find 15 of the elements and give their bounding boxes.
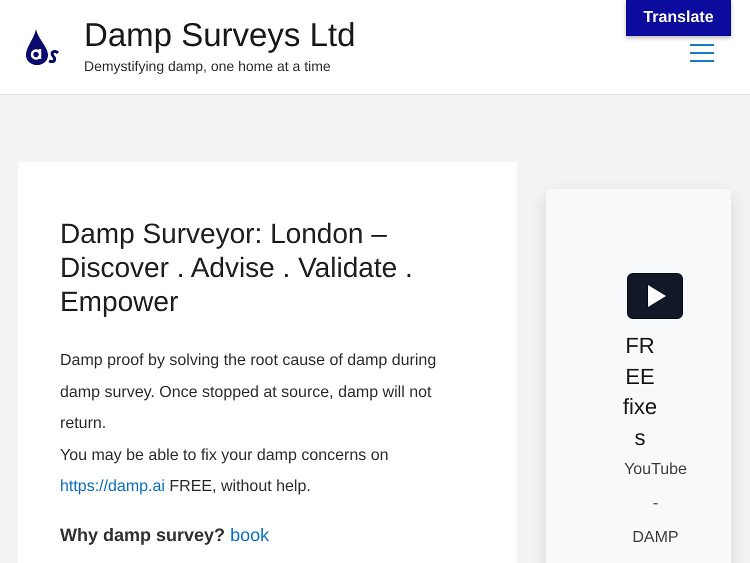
book-link[interactable]: book <box>230 524 270 544</box>
menu-button[interactable] <box>690 44 714 62</box>
site-title[interactable]: Damp Surveys Ltd <box>84 16 356 54</box>
translate-button[interactable]: Translate <box>626 0 731 36</box>
site-link[interactable]: https://damp.ai <box>60 478 165 495</box>
subheading: Why damp survey? book <box>60 524 270 546</box>
video-caption: DAMP <box>631 528 680 548</box>
tagline: Demystifying damp, one home at a time <box>84 58 332 74</box>
video-title[interactable]: FREE fixes <box>621 331 659 453</box>
video-caption: YouTube <box>623 460 688 480</box>
article-paragraph: Damp proof by solving the root cause of damp during damp survey. Once stopped at source, damp will not return. <box>60 351 438 434</box>
play-icon[interactable] <box>627 273 683 319</box>
video-caption: - <box>652 494 660 514</box>
article-note: You may be able to fix your damp concerns on https://damp.ai FREE, without help. <box>60 446 390 497</box>
article-title: Damp Surveyor: London – Discover . Advise . Validate . Empower <box>60 217 414 319</box>
